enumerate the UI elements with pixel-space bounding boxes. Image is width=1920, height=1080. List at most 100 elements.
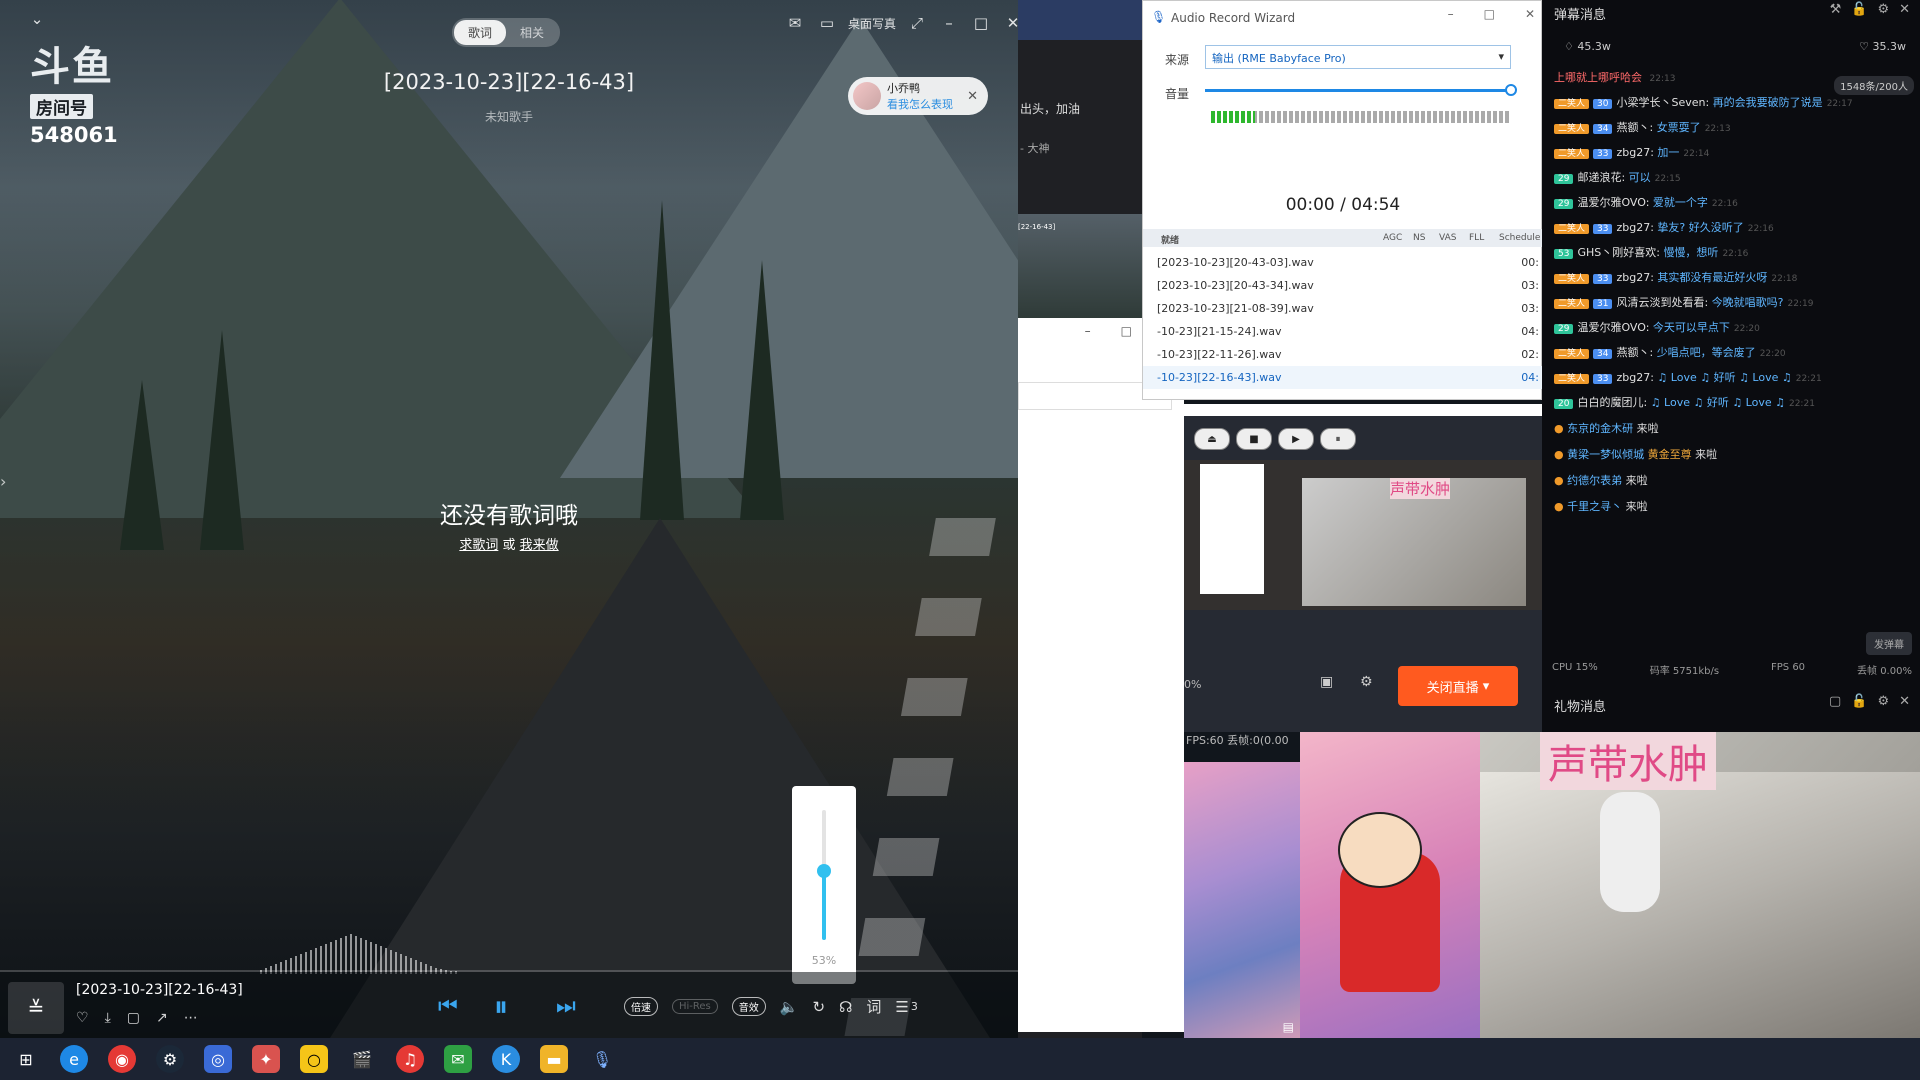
chat-user[interactable]: zbg27: (1616, 221, 1653, 234)
entry-user[interactable]: 黄梁一梦似倾城 (1567, 448, 1644, 461)
camera-app-icon[interactable]: ◎ (204, 1045, 232, 1073)
seek-lyrics-link[interactable]: 求歌词 (459, 538, 498, 553)
desktop-icon[interactable]: ▭ (816, 14, 838, 32)
repeat-icon[interactable]: ↻ (812, 998, 825, 1016)
view-icon[interactable]: ▤ (1283, 1020, 1294, 1034)
comment-icon[interactable]: ▢ (127, 1010, 140, 1026)
maximize-icon[interactable]: □ (970, 14, 992, 32)
record-volume-slider[interactable] (1205, 84, 1517, 96)
close-icon[interactable]: ✕ (1899, 2, 1910, 17)
minimize-icon[interactable]: – (938, 14, 960, 32)
col-vas[interactable]: VAS (1439, 233, 1456, 243)
entry-user[interactable]: 千里之寻丶 (1567, 500, 1622, 513)
game-icon[interactable]: ✦ (252, 1045, 280, 1073)
settings-icon[interactable]: ⚙ (1877, 694, 1889, 709)
share-icon[interactable]: ↗ (156, 1010, 168, 1026)
notification-toast[interactable]: 小乔鸭 看我怎么表现 ✕ (848, 77, 988, 115)
file-row[interactable]: -10-23][22-16-43].wav 04: (1143, 366, 1543, 389)
hires-button[interactable]: Hi-Res (672, 999, 718, 1014)
lock-icon[interactable]: 🔓 (1851, 694, 1867, 709)
playlist-icon[interactable]: ☰ (895, 998, 908, 1016)
col-agc[interactable]: AGC (1383, 233, 1402, 243)
col-schedule[interactable]: Schedule (1499, 233, 1540, 243)
col-ns[interactable]: NS (1413, 233, 1425, 243)
copy-icon[interactable]: ▢ (1829, 694, 1841, 709)
broom-icon[interactable]: ⚒ (1830, 2, 1842, 17)
wechat-icon[interactable]: ✉ (444, 1045, 472, 1073)
close-icon[interactable]: ✕ (1899, 694, 1910, 709)
chat-user[interactable]: 燕额丶: (1616, 346, 1653, 359)
lyrics-button[interactable]: 词 (866, 996, 881, 1017)
close-icon[interactable]: ✕ (1525, 7, 1535, 21)
chat-user[interactable]: 温爱尔雅OVO: (1577, 321, 1649, 334)
speed-button[interactable]: 倍速 (624, 997, 658, 1016)
chat-user[interactable]: 风清云淡到处看看: (1616, 296, 1708, 309)
kugou-icon[interactable]: K (492, 1045, 520, 1073)
entry-user[interactable]: 东京的金木研 (1567, 422, 1633, 435)
pause-icon[interactable]: ⏸ (494, 990, 508, 1024)
steam-icon[interactable]: ⚙ (156, 1045, 184, 1073)
lock-icon[interactable]: 🔓 (1851, 2, 1867, 17)
file-row[interactable]: [2023-10-23][21-08-39].wav 03: (1143, 297, 1543, 320)
make-lyrics-link[interactable]: 我来做 (520, 538, 559, 553)
list-tab[interactable]: 就绪 (1161, 233, 1179, 246)
chat-user[interactable]: 邮递浪花: (1577, 171, 1625, 184)
chat-user[interactable]: 白白的魔团儿: (1577, 396, 1647, 409)
mail-icon[interactable]: ✉ (784, 14, 806, 32)
chevron-right-icon[interactable]: › (0, 472, 6, 491)
more-icon[interactable]: ⋯ (184, 1010, 198, 1026)
play-icon[interactable]: ▶ (1278, 428, 1314, 450)
source-select[interactable]: 输出 (RME Babyface Pro) ▾ (1205, 45, 1511, 69)
chat-user[interactable]: 燕额丶: (1616, 121, 1653, 134)
edge-icon[interactable]: e (60, 1045, 88, 1073)
collapse-chevron-icon[interactable]: ⌄ (26, 10, 48, 28)
tab-lyrics[interactable]: 歌词 (454, 20, 507, 45)
headphones-icon[interactable]: ☊ (839, 998, 852, 1016)
album-cover[interactable]: ≚ (8, 982, 64, 1034)
col-fll[interactable]: FLL (1469, 233, 1484, 243)
sound-effect-button[interactable]: 音效 (731, 997, 766, 1016)
desktop-wallpaper-button[interactable]: 桌面写真 (848, 15, 896, 32)
heart-icon[interactable]: ♡ (76, 1010, 89, 1026)
slider-knob[interactable] (1505, 84, 1517, 96)
file-row[interactable]: [2023-10-23][20-43-03].wav 00: (1143, 251, 1543, 274)
chrome-icon[interactable]: ◉ (108, 1045, 136, 1073)
folder-icon[interactable]: ▬ (540, 1045, 568, 1073)
recorder-icon[interactable]: 🎙 (588, 1045, 616, 1073)
volume-icon[interactable]: 🔈 (780, 998, 799, 1016)
volume-knob[interactable] (817, 864, 831, 879)
file-row[interactable]: -10-23][21-15-24].wav 04: (1143, 320, 1543, 343)
obs-icon[interactable]: ○ (300, 1045, 328, 1073)
toast-action-link[interactable]: 看我怎么表现 (887, 96, 953, 112)
chat-user[interactable]: zbg27: (1616, 371, 1653, 384)
previous-track-icon[interactable]: ⏮ (438, 994, 458, 1019)
netease-music-icon[interactable]: ♫ (396, 1045, 424, 1073)
stop-live-button[interactable]: 关闭直播 ▾ (1398, 666, 1518, 706)
settings-icon[interactable]: ⚙ (1360, 674, 1373, 690)
minimize-icon[interactable]: – (1448, 7, 1454, 21)
tab-related[interactable]: 相关 (506, 20, 558, 45)
eject-icon[interactable]: ⏏ (1194, 428, 1230, 450)
close-icon[interactable]: ✕ (967, 89, 978, 104)
camera-icon[interactable]: ▣ (1320, 674, 1333, 690)
chat-user[interactable]: zbg27: (1616, 146, 1653, 159)
file-row[interactable]: -10-23][22-11-26].wav 02: (1143, 343, 1543, 366)
settings-icon[interactable]: ⚙ (1877, 2, 1889, 17)
download-icon[interactable]: ⤓ (105, 1010, 111, 1026)
windows-start-icon[interactable]: ⊞ (12, 1045, 40, 1073)
chat-user[interactable]: zbg27: (1616, 271, 1653, 284)
chat-user[interactable]: 温爱尔雅OVO: (1577, 196, 1649, 209)
send-danmaku-button[interactable]: 发弹幕 (1866, 632, 1912, 655)
fullscreen-icon[interactable]: ⤢ (906, 14, 928, 32)
maximize-icon[interactable]: □ (1121, 324, 1132, 338)
stop-icon[interactable]: ■ (1236, 428, 1272, 450)
file-row[interactable]: [2023-10-23][20-43-34].wav 03: (1143, 274, 1543, 297)
minimize-icon[interactable]: – (1085, 324, 1091, 338)
volume-slider[interactable] (817, 810, 831, 940)
pause-icon[interactable]: ⏸ (1320, 428, 1356, 450)
chat-user[interactable]: 小梁学长丶Seven: (1616, 96, 1709, 109)
maximize-icon[interactable]: □ (1484, 7, 1495, 21)
entry-user[interactable]: 约德尔表弟 (1567, 474, 1622, 487)
chat-user[interactable]: GHS丶刚好喜欢: (1577, 246, 1659, 259)
next-track-icon[interactable]: ⏭ (556, 994, 576, 1019)
